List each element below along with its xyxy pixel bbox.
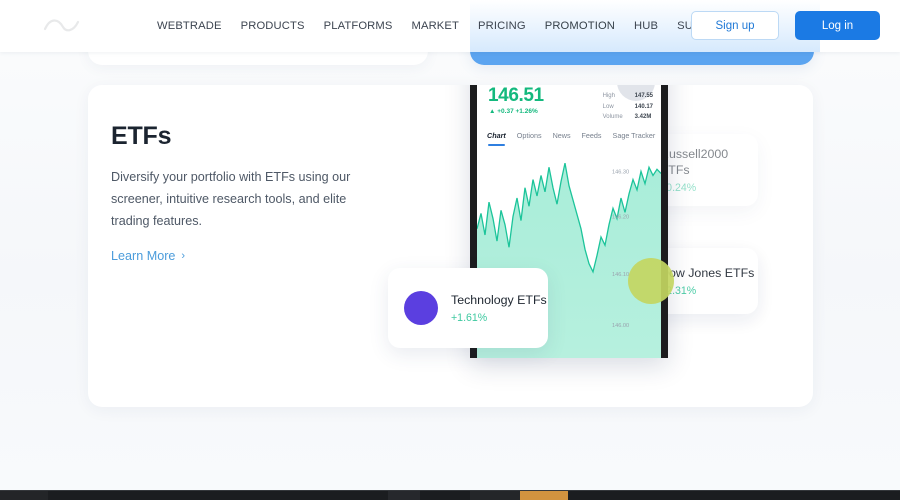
tab-sage-tracker[interactable]: Sage Tracker [613, 131, 656, 140]
stat-label-volume: Volume [602, 114, 623, 120]
webpage-root: ETFs Diversify your portfolio with ETFs … [0, 0, 900, 500]
chart-ytick-1: 146.20 [612, 214, 629, 220]
page-title: ETFs [111, 122, 172, 150]
stat-row-volume: Volume 3.42M [603, 112, 653, 123]
learn-more-label: Learn More [111, 249, 176, 263]
taskbar-segment-window[interactable] [48, 490, 388, 500]
dow-card-text: Dow Jones ETFs +2.31% [660, 265, 754, 297]
taskbar-segment-end[interactable] [568, 490, 900, 500]
tab-feeds[interactable]: Feeds [582, 131, 602, 140]
log-in-button[interactable]: Log in [795, 11, 880, 40]
russell-card-text: Russell2000 ETFs +0.24% [660, 146, 758, 194]
nav-item-products[interactable]: PRODUCTS [241, 20, 305, 32]
technology-card-text: Technology ETFs +1.61% [451, 292, 547, 324]
taskbar-segment-app-3[interactable] [470, 490, 520, 500]
dow-card-name: Dow Jones ETFs [660, 266, 755, 280]
chart-ytick-2: 146.10 [612, 272, 629, 278]
technology-card-percent: +1.61% [451, 312, 488, 324]
dow-card-percent: +2.31% [660, 285, 697, 297]
phone-price-change: ▲ +0.37 +1.26% [489, 108, 538, 115]
taskbar-active-indicator[interactable] [520, 490, 568, 500]
etfs-copy-block: ETFs Diversify your portfolio with ETFs … [111, 122, 381, 265]
taskbar-top-border [0, 490, 900, 491]
tab-news[interactable]: News [553, 131, 571, 140]
phone-tab-bar: Chart Options News Feeds Sage Tracker [487, 131, 661, 146]
learn-more-link[interactable]: Learn More › [111, 249, 185, 263]
stat-row-low: Low 140.17 [603, 102, 653, 113]
taskbar-segment-app-2[interactable] [420, 490, 470, 500]
stat-label-low: Low [602, 103, 614, 110]
chart-ytick-3: 146.00 [612, 323, 629, 329]
russell-card-name: Russell2000 ETFs [660, 147, 729, 177]
technology-card-dot [404, 291, 438, 325]
stat-value-volume: 3.42M [634, 114, 652, 120]
chart-ytick-0: 146.30 [612, 169, 629, 175]
etfs-section-card: ETFs Diversify your portfolio with ETFs … [88, 85, 813, 407]
nav-item-market[interactable]: MARKET [412, 20, 460, 32]
technology-card-name: Technology ETFs [451, 293, 547, 307]
etfs-description: Diversify your portfolio with ETFs using… [111, 170, 351, 228]
nav-links: WEBTRADE PRODUCTS PLATFORMS MARKET PRICI… [157, 0, 732, 52]
chevron-right-icon: › [181, 250, 186, 262]
stat-row-high: High 147.55 [603, 91, 653, 102]
stat-value-high: 147.55 [634, 93, 653, 99]
stat-label-high: High [602, 93, 615, 99]
nav-item-promotion[interactable]: PROMOTION [545, 20, 615, 32]
nav-item-pricing[interactable]: PRICING [478, 20, 526, 32]
stat-value-low: 140.17 [634, 103, 653, 110]
brand-logo-icon[interactable] [42, 14, 82, 36]
sign-up-button[interactable]: Sign up [691, 11, 779, 40]
nav-actions: Sign up Log in [691, 11, 880, 40]
os-taskbar[interactable] [0, 490, 900, 500]
taskbar-segment-app-1[interactable] [388, 490, 420, 500]
russell-card-percent: +0.24% [660, 182, 697, 194]
floating-card-technology[interactable]: Technology ETFs +1.61% [388, 268, 548, 348]
nav-item-webtrade[interactable]: WEBTRADE [157, 20, 222, 32]
nav-item-hub[interactable]: HUB [634, 20, 658, 32]
taskbar-segment-start[interactable] [0, 490, 48, 500]
dow-card-dot [628, 258, 674, 304]
top-navigation-bar: WEBTRADE PRODUCTS PLATFORMS MARKET PRICI… [0, 0, 900, 52]
nav-item-platforms[interactable]: PLATFORMS [324, 20, 393, 32]
phone-stats: High 147.55 Low 140.17 Volume 3.42M [603, 91, 653, 123]
phone-price: 146.51 [488, 85, 544, 106]
tab-chart[interactable]: Chart [487, 131, 506, 146]
tab-options[interactable]: Options [517, 131, 542, 140]
